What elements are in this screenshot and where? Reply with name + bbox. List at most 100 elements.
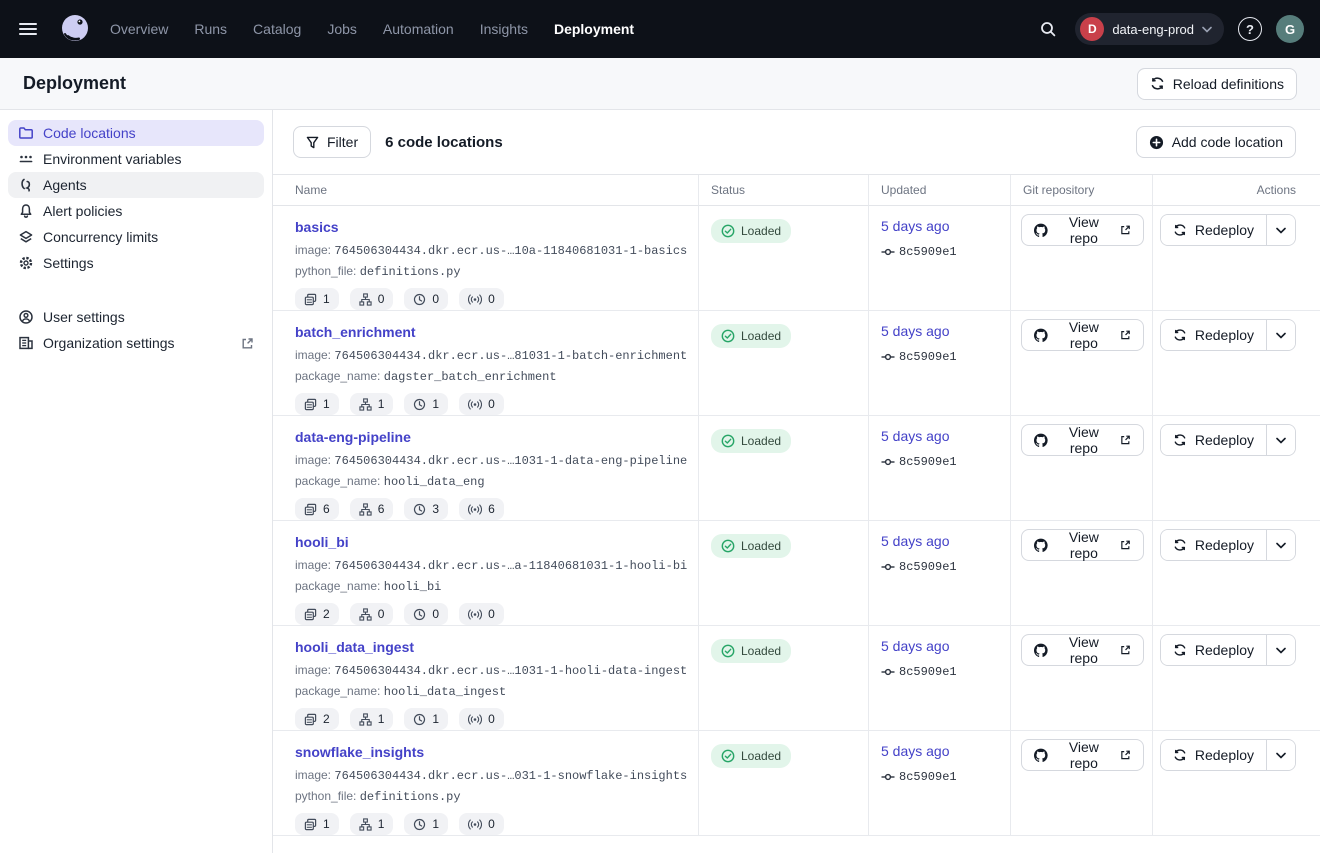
sidebar-item-code-locations[interactable]: Code locations <box>8 120 264 146</box>
sensors-count-badge: 0 <box>459 288 504 310</box>
view-repo-button[interactable]: View repo <box>1021 634 1144 666</box>
image-label: image: <box>295 243 331 257</box>
redeploy-dropdown-button[interactable] <box>1266 635 1295 665</box>
redeploy-dropdown-button[interactable] <box>1266 320 1295 350</box>
env-vars-icon <box>18 151 34 167</box>
nav-item-catalog[interactable]: Catalog <box>253 21 301 37</box>
sensors-count-badge: 0 <box>459 603 504 625</box>
commit-hash: 8c5909e1 <box>899 665 957 679</box>
schedule-icon <box>413 818 426 831</box>
agent-icon <box>18 177 34 193</box>
external-link-icon <box>241 337 254 350</box>
commit-icon <box>881 246 895 258</box>
image-label: image: <box>295 663 331 677</box>
sidebar-item-concurrency-limits[interactable]: Concurrency limits <box>8 224 264 250</box>
view-repo-button[interactable]: View repo <box>1021 319 1144 351</box>
table-row: batch_enrichment image: 764506304434.dkr… <box>273 311 1320 416</box>
schedule-icon <box>413 398 426 411</box>
updated-time-link[interactable]: 5 days ago <box>881 218 950 234</box>
redeploy-button[interactable]: Redeploy <box>1161 320 1266 350</box>
graph-icon <box>359 503 372 516</box>
sidebar-item-alert-policies[interactable]: Alert policies <box>8 198 264 224</box>
dagster-logo[interactable] <box>58 12 92 46</box>
redeploy-dropdown-button[interactable] <box>1266 425 1295 455</box>
sidebar-item-environment-variables[interactable]: Environment variables <box>8 146 264 172</box>
nav-item-jobs[interactable]: Jobs <box>327 21 357 37</box>
schedules-count-badge: 0 <box>404 603 448 625</box>
external-link-icon <box>1120 749 1131 761</box>
github-icon <box>1034 538 1048 553</box>
image-value: 764506304434.dkr.ecr.us-…a-11840681031-1… <box>334 559 687 573</box>
definition-source-value: definitions.py <box>360 790 461 804</box>
redeploy-dropdown-button[interactable] <box>1266 740 1295 770</box>
filter-icon <box>306 136 319 149</box>
hamburger-menu-icon[interactable] <box>16 15 44 43</box>
layers-icon <box>18 229 34 245</box>
jobs-count-badge: 2 <box>295 603 339 625</box>
definition-source-value: definitions.py <box>360 265 461 279</box>
commit-hash: 8c5909e1 <box>899 560 957 574</box>
nav-item-insights[interactable]: Insights <box>480 21 528 37</box>
sidebar-item-organization-settings[interactable]: Organization settings <box>8 330 264 356</box>
sidebar-item-settings[interactable]: Settings <box>8 250 264 276</box>
nav-item-overview[interactable]: Overview <box>110 21 168 37</box>
updated-time-link[interactable]: 5 days ago <box>881 533 950 549</box>
redeploy-dropdown-button[interactable] <box>1266 215 1295 245</box>
nav-item-deployment[interactable]: Deployment <box>554 21 634 37</box>
schedule-icon <box>413 293 426 306</box>
sidebar-item-user-settings[interactable]: User settings <box>8 304 264 330</box>
commit-hash: 8c5909e1 <box>899 350 957 364</box>
deployment-switcher[interactable]: D data-eng-prod <box>1075 13 1224 45</box>
sidebar-item-agents[interactable]: Agents <box>8 172 264 198</box>
primary-nav: Overview Runs Catalog Jobs Automation In… <box>110 21 634 37</box>
updated-time-link[interactable]: 5 days ago <box>881 743 950 759</box>
chevron-down-icon <box>1276 227 1286 234</box>
view-repo-button[interactable]: View repo <box>1021 214 1144 246</box>
commit-icon <box>881 351 895 363</box>
help-icon[interactable]: ? <box>1238 17 1262 41</box>
reload-definitions-button[interactable]: Reload definitions <box>1137 68 1297 100</box>
deployment-sidebar: Code locations Environment variables Age… <box>0 110 272 853</box>
redeploy-icon <box>1173 433 1187 447</box>
commit-hash: 8c5909e1 <box>899 770 957 784</box>
redeploy-button[interactable]: Redeploy <box>1161 635 1266 665</box>
redeploy-dropdown-button[interactable] <box>1266 530 1295 560</box>
graphs-count-badge: 6 <box>350 498 394 520</box>
image-label: image: <box>295 768 331 782</box>
code-location-link[interactable]: batch_enrichment <box>295 324 416 340</box>
updated-time-link[interactable]: 5 days ago <box>881 638 950 654</box>
definition-source-label: package_name: <box>295 684 380 698</box>
redeploy-button[interactable]: Redeploy <box>1161 425 1266 455</box>
folder-icon <box>18 125 34 141</box>
view-repo-button[interactable]: View repo <box>1021 529 1144 561</box>
schedules-count-badge: 3 <box>404 498 448 520</box>
redeploy-button[interactable]: Redeploy <box>1161 740 1266 770</box>
code-location-link[interactable]: hooli_data_ingest <box>295 639 414 655</box>
nav-item-automation[interactable]: Automation <box>383 21 454 37</box>
code-location-link[interactable]: hooli_bi <box>295 534 349 550</box>
github-icon <box>1034 328 1048 343</box>
code-location-link[interactable]: data-eng-pipeline <box>295 429 411 445</box>
chevron-down-icon <box>1276 437 1286 444</box>
image-label: image: <box>295 348 331 362</box>
code-location-link[interactable]: snowflake_insights <box>295 744 424 760</box>
view-repo-button[interactable]: View repo <box>1021 424 1144 456</box>
redeploy-icon <box>1173 223 1187 237</box>
search-icon[interactable] <box>1035 16 1061 42</box>
updated-time-link[interactable]: 5 days ago <box>881 428 950 444</box>
user-avatar[interactable]: G <box>1276 15 1304 43</box>
code-location-link[interactable]: basics <box>295 219 339 235</box>
redeploy-button[interactable]: Redeploy <box>1161 215 1266 245</box>
nav-item-runs[interactable]: Runs <box>194 21 227 37</box>
redeploy-button[interactable]: Redeploy <box>1161 530 1266 560</box>
bell-icon <box>18 203 34 219</box>
jobs-count-badge: 1 <box>295 393 339 415</box>
view-repo-button[interactable]: View repo <box>1021 739 1144 771</box>
definition-source-value: hooli_data_eng <box>384 475 485 489</box>
external-link-icon <box>1120 539 1131 551</box>
github-icon <box>1034 643 1048 658</box>
updated-time-link[interactable]: 5 days ago <box>881 323 950 339</box>
filter-button[interactable]: Filter <box>293 126 371 158</box>
schedule-icon <box>413 503 426 516</box>
add-code-location-button[interactable]: Add code location <box>1136 126 1296 158</box>
